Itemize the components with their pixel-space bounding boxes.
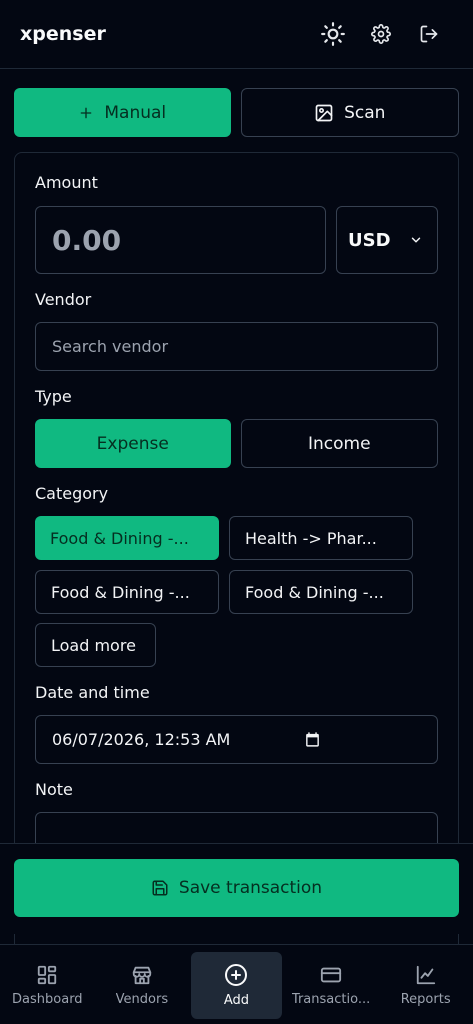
tab-scan-label: Scan [344, 102, 386, 123]
settings-button[interactable] [357, 14, 405, 54]
chart-line-icon [416, 965, 435, 984]
save-transaction-button[interactable]: Save transaction [14, 859, 459, 917]
tab-manual-label: Manual [104, 102, 167, 123]
nav-dashboard-label: Dashboard [12, 991, 83, 1007]
calendar-icon[interactable] [304, 731, 321, 748]
floppy-disk-icon [152, 880, 168, 896]
category-label: Category [35, 484, 109, 503]
nav-add-label: Add [223, 992, 250, 1008]
entry-mode-tabs: Manual Scan [14, 88, 459, 137]
datetime-input[interactable]: 06/07/2026, 12:53 AM [35, 715, 438, 764]
nav-vendors-label: Vendors [115, 991, 169, 1007]
gear-icon [371, 24, 391, 44]
nav-reports[interactable]: Reports [378, 945, 473, 1024]
nav-transactions[interactable]: Transactio... [284, 945, 379, 1024]
vendor-search-input[interactable]: Search vendor [35, 322, 438, 371]
currency-select[interactable]: USD [336, 206, 438, 274]
tab-manual[interactable]: Manual [14, 88, 231, 137]
currency-value: USD [348, 229, 391, 251]
app-header: xpenser [0, 0, 473, 69]
logout-button[interactable] [405, 14, 453, 54]
amount-label: Amount [35, 173, 98, 192]
type-expense-button[interactable]: Expense [35, 419, 231, 468]
plus-icon [81, 107, 92, 118]
plus-circle-icon [225, 963, 248, 986]
type-income-button[interactable]: Income [240, 419, 438, 468]
chevron-down-icon [411, 237, 420, 243]
amount-input[interactable]: 0.00 [35, 206, 326, 274]
type-toggle: Expense Income [35, 419, 438, 468]
vendor-label: Vendor [35, 290, 92, 309]
note-label: Note [35, 780, 73, 799]
theme-toggle-button[interactable] [309, 14, 357, 54]
bottom-nav: Dashboard Vendors Add Transactio... Repo… [0, 944, 473, 1024]
save-transaction-label: Save transaction [178, 878, 323, 898]
type-label: Type [35, 387, 72, 406]
amount-placeholder: 0.00 [52, 223, 122, 257]
nav-add[interactable]: Add [189, 945, 284, 1024]
sun-icon [321, 22, 345, 46]
category-chip[interactable]: Food & Dining -... [229, 570, 413, 614]
credit-card-icon [320, 967, 342, 982]
datetime-value: 06/07/2026, 12:53 AM [52, 730, 231, 749]
vendor-placeholder: Search vendor [52, 337, 169, 356]
image-scan-icon [315, 104, 333, 121]
nav-transactions-label: Transactio... [291, 991, 371, 1007]
nav-reports-label: Reports [400, 991, 451, 1007]
nav-dashboard[interactable]: Dashboard [0, 945, 95, 1024]
date-label: Date and time [35, 683, 150, 702]
dashboard-icon [38, 965, 57, 984]
store-icon [132, 966, 152, 984]
category-chip[interactable]: Health -> Phar... [229, 516, 413, 560]
load-more-button[interactable]: Load more [35, 623, 156, 667]
tab-scan[interactable]: Scan [240, 88, 459, 137]
app-brand: xpenser [20, 23, 106, 45]
category-chip[interactable]: Food & Dining -... [35, 516, 219, 560]
logout-icon [420, 25, 438, 43]
category-chip[interactable]: Food & Dining -... [35, 570, 219, 614]
nav-vendors[interactable]: Vendors [95, 945, 190, 1024]
